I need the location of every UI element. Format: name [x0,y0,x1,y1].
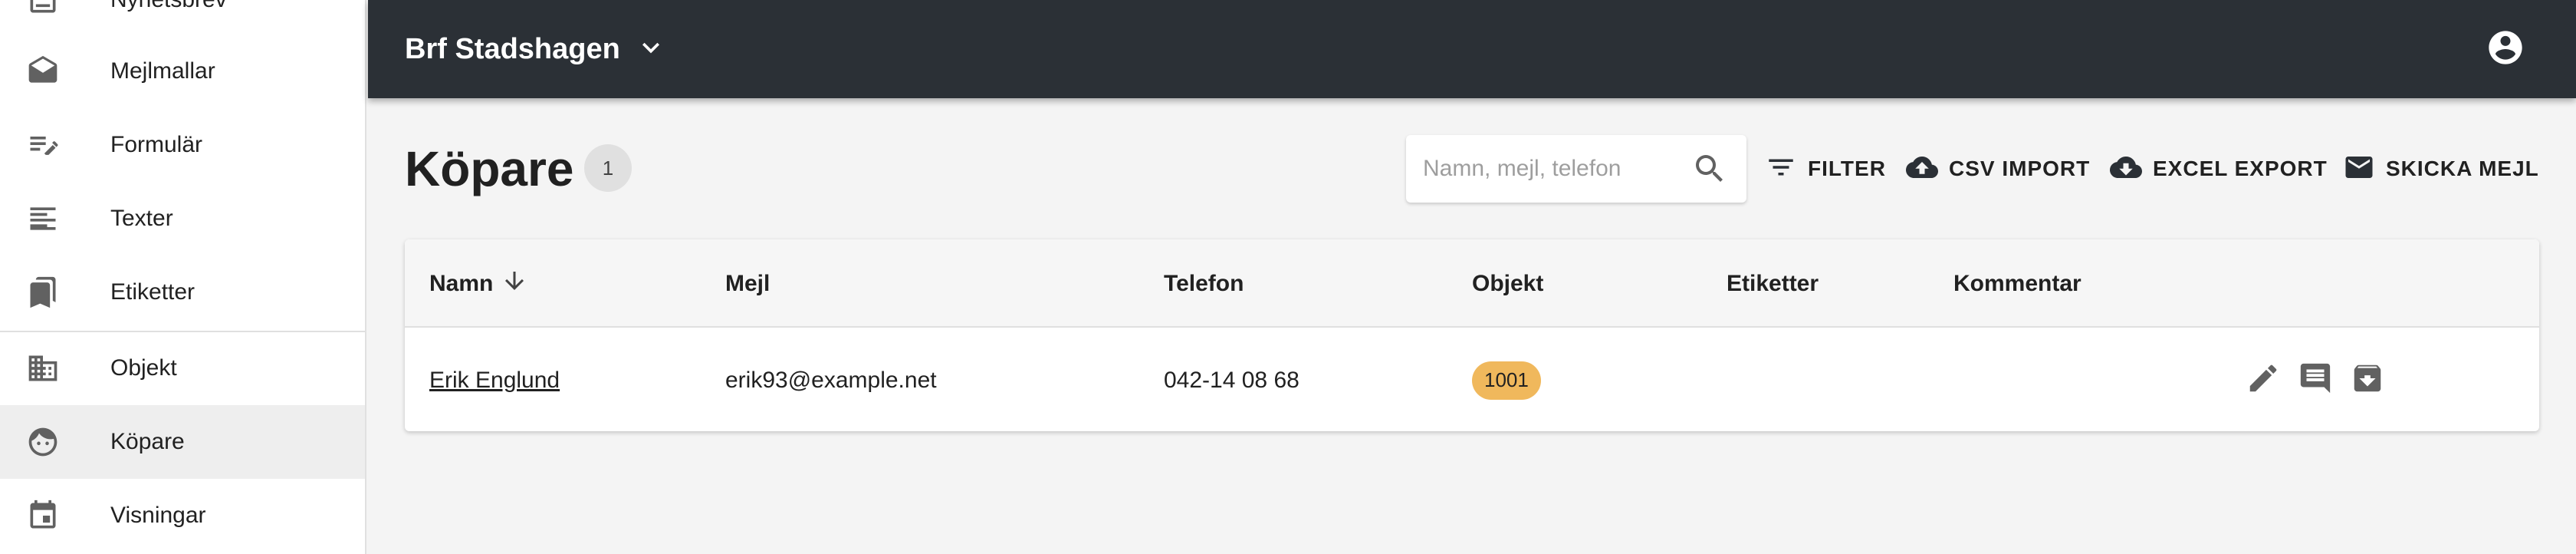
column-header-phone[interactable]: Telefon [1164,239,1244,328]
search-box [1406,135,1746,203]
filter-button[interactable]: FILTER [1765,146,1886,192]
org-switcher[interactable]: Brf Stadshagen [405,0,668,98]
excel-export-button[interactable]: EXCEL EXPORT [2110,146,2328,192]
sidebar-item-visningar[interactable]: Visningar [0,479,365,552]
cell-name: Erik Englund [429,329,560,431]
sidebar-item-label: Formulär [110,132,203,157]
excel-export-label: EXCEL EXPORT [2153,157,2328,180]
mail-icon [2343,151,2375,187]
table-row: Erik Englund erik93@example.net 042-14 0… [405,329,2539,431]
table-header: Namn Mejl Telefon Objekt Etiketter Komme… [405,239,2539,328]
column-header-email[interactable]: Mejl [725,239,770,328]
sidebar-item-objekt[interactable]: Objekt [0,331,365,405]
bookmarks-icon [26,275,60,309]
filter-label: FILTER [1808,157,1886,180]
face-icon [26,425,60,459]
comment-icon [2298,361,2333,400]
arrow-down-icon [501,267,528,301]
column-header-name[interactable]: Namn [429,239,528,328]
filter-icon [1765,151,1797,187]
newsletter-icon [26,0,60,17]
count-badge: 1 [584,144,632,192]
sidebar-item-label: Visningar [110,503,206,528]
org-name: Brf Stadshagen [405,32,620,65]
page-title: Köpare [405,141,574,196]
comment-button[interactable] [2295,360,2335,400]
cell-email: erik93@example.net [725,367,937,393]
buyers-table: Namn Mejl Telefon Objekt Etiketter Komme… [405,239,2539,431]
edit-icon [2246,361,2281,400]
sidebar-item-label: Objekt [110,355,177,381]
search-input[interactable] [1423,135,1684,203]
send-mail-label: SKICKA MEJL [2386,157,2539,180]
chevron-down-icon [634,31,668,68]
csv-import-label: CSV IMPORT [1949,157,2091,180]
sidebar: Nyhetsbrev Mejlmallar Formulär Texter Et… [0,0,366,554]
sidebar-item-label: Etiketter [110,279,196,305]
sidebar-item-kopare[interactable]: Köpare [0,405,365,479]
send-mail-button[interactable]: SKICKA MEJL [2343,146,2539,192]
archive-button[interactable] [2348,360,2387,400]
sidebar-item-nyhetsbrev[interactable]: Nyhetsbrev [0,0,365,37]
column-header-object[interactable]: Objekt [1472,239,1543,328]
account-button[interactable] [2486,29,2525,69]
cell-phone: 042-14 08 68 [1164,367,1300,393]
csv-import-button[interactable]: CSV IMPORT [1906,146,2090,192]
sidebar-item-label: Mejlmallar [110,58,215,84]
sidebar-item-label: Texter [110,206,173,231]
sidebar-item-formular[interactable]: Formulär [0,108,365,182]
cloud-download-icon [2110,151,2142,187]
sidebar-item-mejlmallar[interactable]: Mejlmallar [0,35,365,108]
search-icon[interactable] [1691,150,1728,187]
cloud-upload-icon [1906,151,1938,187]
sidebar-item-texter[interactable]: Texter [0,182,365,256]
object-badge[interactable]: 1001 [1472,361,1541,400]
app-bar: Brf Stadshagen [368,0,2576,98]
cell-object: 1001 [1472,329,1541,431]
account-circle-icon [2486,28,2525,71]
sidebar-item-etiketter[interactable]: Etiketter [0,256,365,329]
edit-button[interactable] [2243,360,2283,400]
calendar-icon [26,499,60,533]
sidebar-item-label: Nyhetsbrev [110,0,227,13]
text-lines-icon [26,202,60,236]
sidebar-item-label: Köpare [110,429,185,454]
buyer-name-link[interactable]: Erik Englund [429,368,560,394]
edit-note-icon [26,128,60,162]
building-icon [26,351,60,385]
drafts-icon [26,54,60,88]
column-header-comment[interactable]: Kommentar [1953,239,2082,328]
archive-icon [2350,361,2385,400]
column-header-tags[interactable]: Etiketter [1727,239,1819,328]
